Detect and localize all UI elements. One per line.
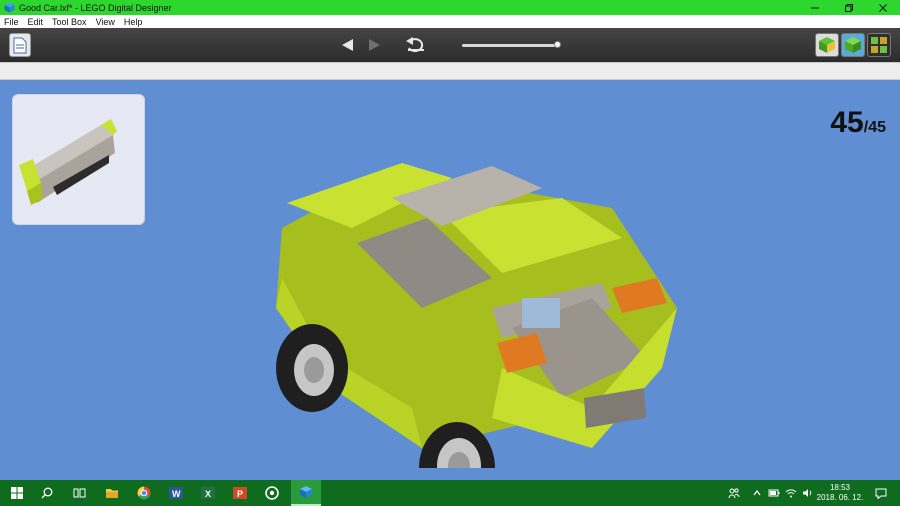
step-parts-panel — [12, 94, 145, 225]
powerpoint-icon: P — [233, 487, 247, 499]
restore-button[interactable] — [832, 0, 866, 15]
folder-icon — [106, 489, 118, 498]
network-icon[interactable] — [785, 488, 797, 498]
next-step-icon[interactable] — [366, 37, 382, 53]
svg-text:W: W — [172, 489, 181, 499]
taskbar-chrome[interactable] — [129, 480, 159, 506]
build-mode-button[interactable] — [815, 33, 839, 57]
build-mode-icon — [819, 37, 835, 53]
step-slider[interactable] — [462, 44, 558, 47]
menu-bar: File Edit Tool Box View Help — [0, 15, 900, 28]
step-slider-thumb[interactable] — [554, 41, 561, 48]
close-icon — [879, 3, 887, 12]
taskbar-excel[interactable]: X — [193, 480, 223, 506]
people-icon[interactable] — [728, 487, 740, 499]
minimize-icon — [811, 7, 819, 8]
menu-toolbox[interactable]: Tool Box — [52, 17, 87, 27]
status-strip — [0, 62, 900, 80]
generate-html-button[interactable] — [9, 33, 31, 57]
lego-car-model — [276, 163, 677, 468]
show-hidden-icons-icon[interactable] — [752, 488, 762, 498]
taskbar-lego-digital-designer[interactable] — [291, 480, 321, 506]
chrome-icon — [137, 486, 151, 500]
svg-text:X: X — [205, 489, 211, 499]
taskbar-search[interactable] — [32, 480, 62, 506]
view-mode-icon — [845, 37, 861, 53]
3d-viewport[interactable]: 45/45 — [0, 80, 900, 480]
building-guide-mode-button[interactable] — [867, 33, 891, 57]
step-counter: 45/45 — [830, 106, 886, 140]
menu-edit[interactable]: Edit — [28, 17, 44, 27]
svg-text:P: P — [237, 489, 243, 499]
windows-taskbar: W X P 18:53 2018. 06. 12. — [0, 480, 900, 506]
total-steps-number: /45 — [863, 119, 886, 136]
task-view-icon — [73, 488, 85, 498]
groove-music-icon — [265, 486, 279, 500]
word-icon: W — [169, 487, 183, 499]
building-guide-toolbar — [0, 28, 900, 62]
lego-app-icon — [300, 486, 312, 498]
step-part-preview — [19, 119, 117, 205]
system-clock[interactable]: 18:53 2018. 06. 12. — [812, 483, 868, 503]
minimize-button[interactable] — [798, 0, 832, 15]
task-view-button[interactable] — [64, 480, 94, 506]
previous-step-icon[interactable] — [340, 37, 356, 53]
menu-file[interactable]: File — [4, 17, 19, 27]
taskbar-groove[interactable] — [257, 480, 287, 506]
search-icon — [41, 487, 53, 499]
current-step-number: 45 — [830, 106, 864, 139]
taskbar-file-explorer[interactable] — [97, 480, 127, 506]
notification-icon — [875, 488, 887, 499]
window-title: Good Car.lxf* - LEGO Digital Designer — [19, 2, 172, 13]
title-bar: Good Car.lxf* - LEGO Digital Designer — [0, 0, 900, 15]
battery-icon[interactable] — [768, 488, 780, 498]
clock-date: 2018. 06. 12. — [816, 493, 864, 502]
close-button[interactable] — [866, 0, 900, 15]
menu-help[interactable]: Help — [124, 17, 143, 27]
view-mode-button[interactable] — [841, 33, 865, 57]
action-center-button[interactable] — [868, 480, 894, 506]
start-button[interactable] — [2, 480, 32, 506]
building-guide-icon — [871, 37, 887, 53]
excel-icon: X — [201, 487, 215, 499]
taskbar-powerpoint[interactable]: P — [225, 480, 255, 506]
lego-app-icon — [4, 2, 15, 13]
menu-view[interactable]: View — [96, 17, 115, 27]
restore-icon — [845, 3, 853, 12]
clock-time: 18:53 — [829, 483, 851, 492]
taskbar-word[interactable]: W — [161, 480, 191, 506]
document-icon — [13, 37, 27, 54]
rewind-icon[interactable] — [404, 36, 428, 54]
windows-start-icon — [11, 487, 23, 499]
